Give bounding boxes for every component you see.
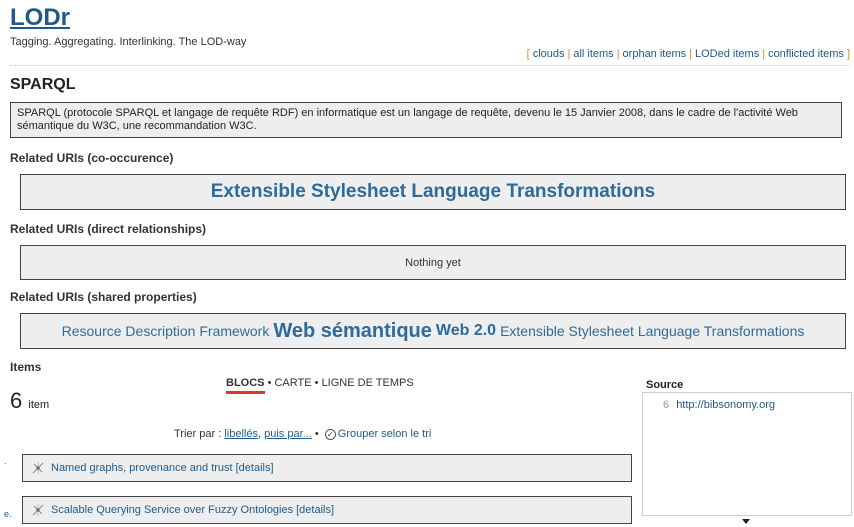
- sort-by-labels-link[interactable]: libellés: [224, 428, 258, 440]
- source-url-link[interactable]: http://bibsonomy.org: [676, 399, 775, 411]
- nav-bracket-close: ]: [846, 48, 850, 60]
- brand-logo-link[interactable]: LODr: [10, 4, 70, 32]
- nav-separator: |: [567, 48, 571, 60]
- sort-then-by-link[interactable]: puis par...: [264, 428, 312, 440]
- direct-relationships-heading: Related URIs (direct relationships): [10, 222, 207, 236]
- nav-all-items[interactable]: all items: [573, 48, 613, 60]
- item-count-value: 6: [10, 388, 23, 413]
- cooccurrence-cloud: Extensible Stylesheet Language Transform…: [20, 174, 846, 210]
- item-details-link[interactable]: [details]: [236, 462, 274, 474]
- items-heading: Items: [10, 360, 42, 374]
- nav-clouds[interactable]: clouds: [533, 48, 565, 60]
- shared-uri-link[interactable]: Extensible Stylesheet Language Transform…: [500, 323, 804, 339]
- nav-bracket-open: [: [526, 48, 530, 60]
- list-item[interactable]: Named graphs, provenance and trust [deta…: [22, 454, 632, 482]
- item-details-link[interactable]: [details]: [296, 504, 334, 516]
- header-divider: [10, 65, 850, 66]
- item-marker: e.: [4, 509, 12, 519]
- brand-tagline: Tagging. Aggregating. Interlinking. The …: [10, 36, 247, 48]
- tag-network-icon: [32, 504, 44, 516]
- group-by-sort-label[interactable]: Grouper selon le tri: [338, 428, 432, 440]
- sort-separator: •: [314, 428, 319, 440]
- view-tab-carte[interactable]: CARTE: [274, 377, 311, 389]
- item-count: 6 item: [10, 388, 49, 414]
- direct-relationships-box: Nothing yet: [20, 245, 846, 280]
- source-facet-box: 6 http://bibsonomy.org: [642, 392, 852, 516]
- empty-state-text: Nothing yet: [405, 256, 461, 269]
- tag-network-icon: [32, 462, 44, 474]
- view-separator: •: [267, 377, 272, 389]
- nav-separator: |: [762, 48, 766, 60]
- list-item[interactable]: Scalable Querying Service over Fuzzy Ont…: [22, 496, 632, 524]
- caret-down-icon[interactable]: [742, 519, 750, 524]
- nav-loded-items[interactable]: LODed items: [695, 48, 759, 60]
- view-switcher: BLOCS • CARTE • LIGNE DE TEMPS: [226, 377, 414, 394]
- source-heading: Source: [646, 379, 684, 391]
- nav-orphan-items[interactable]: orphan items: [623, 48, 687, 60]
- item-marker: .: [4, 456, 7, 466]
- nav-conflicted-items[interactable]: conflicted items: [768, 48, 844, 60]
- sort-label: Trier par :: [174, 428, 222, 440]
- item-title-link[interactable]: Scalable Querying Service over Fuzzy Ont…: [51, 504, 293, 516]
- source-count: 6: [663, 399, 670, 411]
- cooccurrence-uri-link[interactable]: Extensible Stylesheet Language Transform…: [211, 181, 656, 203]
- page-title: SPARQL: [10, 76, 76, 93]
- shared-uri-link[interactable]: Resource Description Framework: [62, 323, 270, 339]
- sort-bar: Trier par : libellés, puis par... • ✓ Gro…: [174, 428, 432, 440]
- concept-description: SPARQL (protocole SPARQL et langage de r…: [10, 102, 842, 138]
- cooccurrence-heading: Related URIs (co-occurence): [10, 151, 174, 165]
- view-tab-timeline[interactable]: LIGNE DE TEMPS: [322, 377, 414, 389]
- top-navigation: [ clouds | all items | orphan items | LODed it…: [527, 48, 850, 60]
- shared-uri-link[interactable]: Web 2.0: [436, 322, 496, 340]
- shared-properties-heading: Related URIs (shared properties): [10, 290, 197, 304]
- item-title-link[interactable]: Named graphs, provenance and trust: [51, 462, 233, 474]
- view-tab-blocs[interactable]: BLOCS: [226, 377, 265, 394]
- nav-separator: |: [689, 48, 692, 60]
- shared-properties-cloud: Resource Description Framework Web séman…: [20, 313, 846, 349]
- item-count-unit: item: [28, 399, 50, 411]
- view-separator: •: [314, 377, 319, 389]
- source-row[interactable]: 6 http://bibsonomy.org: [663, 399, 775, 411]
- nav-separator: |: [616, 48, 620, 60]
- check-circle-icon[interactable]: ✓: [324, 429, 336, 440]
- shared-uri-link[interactable]: Web sémantique: [273, 320, 432, 343]
